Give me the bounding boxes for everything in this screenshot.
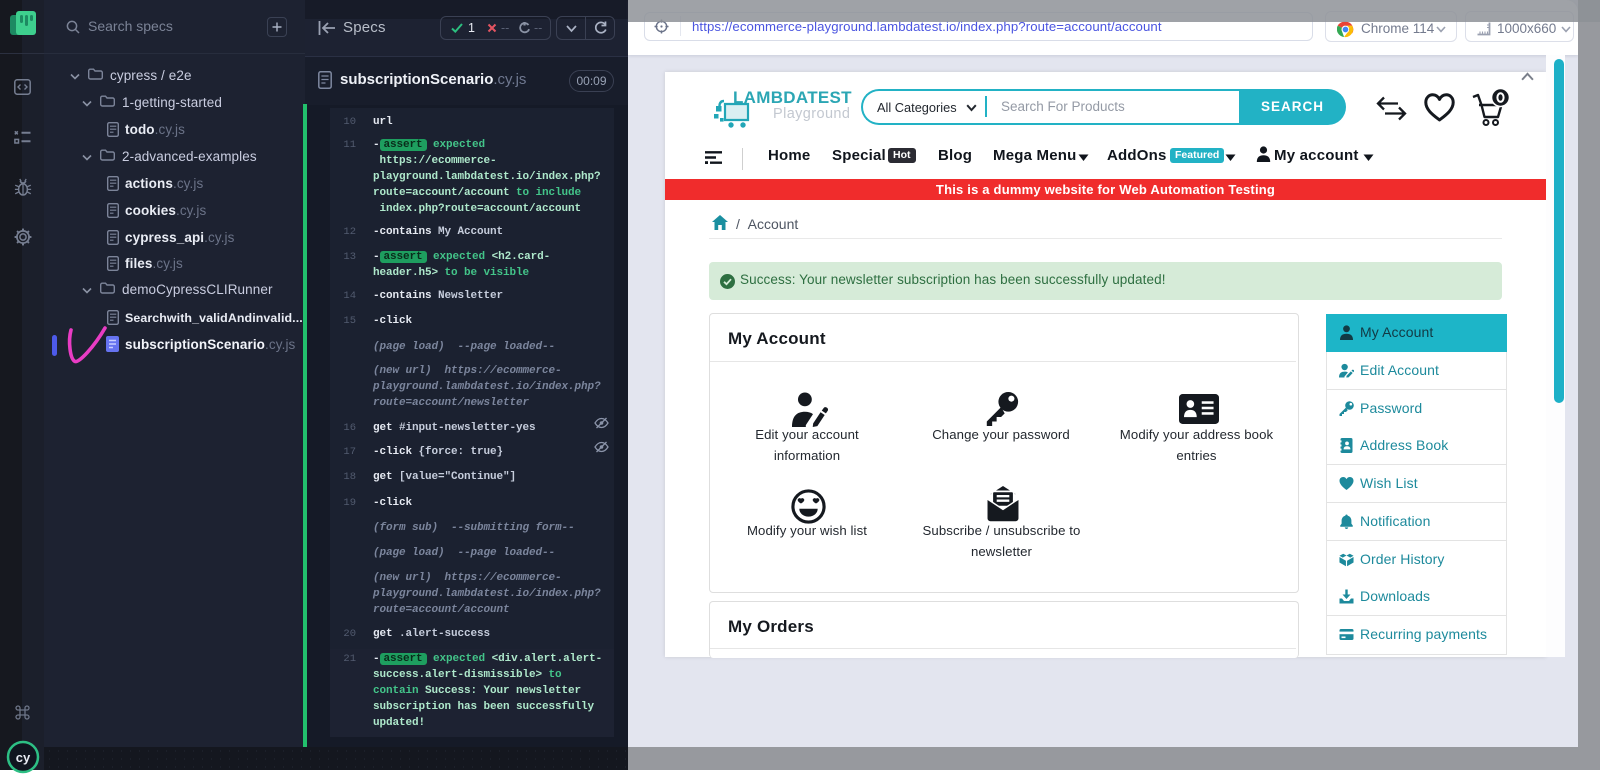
svg-text:cy: cy — [16, 750, 31, 765]
